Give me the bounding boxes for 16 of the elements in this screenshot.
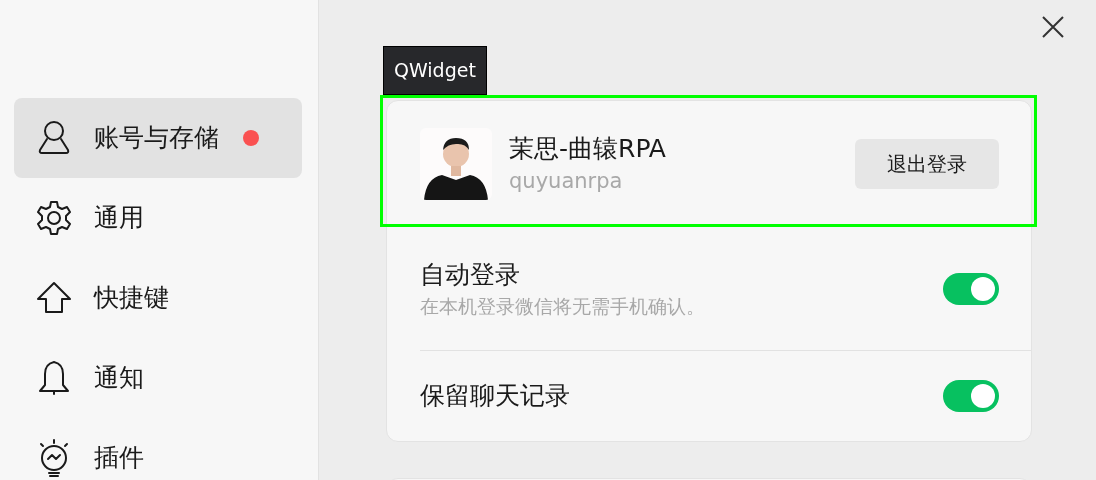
- sidebar-item[interactable]: 通用: [14, 178, 302, 258]
- setting-description: 在本机登录微信将无需手机确认。: [420, 293, 705, 319]
- toggle-switch[interactable]: [943, 272, 999, 305]
- close-button[interactable]: [1040, 14, 1066, 40]
- toggle-switch[interactable]: [943, 380, 999, 412]
- setting-title: 保留聊天记录: [420, 380, 570, 412]
- gear-icon: [34, 198, 74, 238]
- widget-tooltip: QWidget: [383, 46, 487, 95]
- sidebar-item[interactable]: 通知: [14, 338, 302, 418]
- account-id: quyuanrpa: [509, 168, 624, 195]
- sidebar-item[interactable]: 快捷键: [14, 258, 302, 338]
- sidebar-item[interactable]: 插件: [14, 418, 302, 480]
- account-name: 茉思-曲辕RPA: [509, 133, 666, 165]
- logout-button[interactable]: 退出登录: [855, 139, 999, 189]
- sidebar-item[interactable]: 账号与存储: [14, 98, 302, 178]
- setting-title: 自动登录: [420, 258, 521, 291]
